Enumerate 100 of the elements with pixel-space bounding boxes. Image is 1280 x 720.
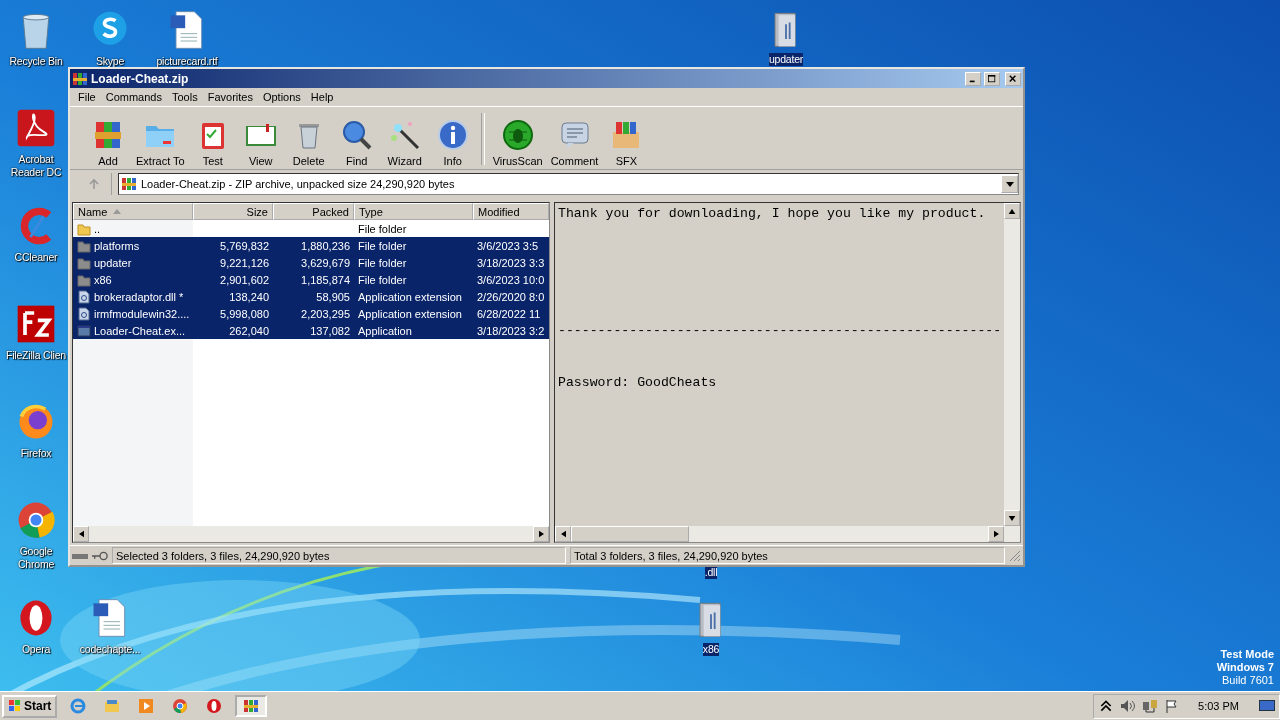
scroll-down-button[interactable]	[1004, 510, 1021, 526]
table-cell: 1,185,874	[301, 273, 350, 286]
status-text: Total 3 folders, 3 files, 24,290,920 bytes	[570, 547, 1005, 564]
scroll-right-button[interactable]	[988, 526, 1005, 542]
resize-grip[interactable]	[1009, 549, 1021, 562]
file-name: irmfmodulewin32....	[94, 307, 190, 320]
up-arrow-icon	[1008, 208, 1017, 214]
scroll-up-button[interactable]	[1004, 203, 1021, 219]
column-header[interactable]: Size	[193, 203, 273, 220]
icon-label: Opera	[21, 643, 51, 656]
table-cell: 5,769,832	[220, 239, 269, 252]
icon-label: Acrobat Reader DC	[9, 153, 63, 179]
column-header[interactable]: Type	[354, 203, 473, 220]
menu-item[interactable]: Tools	[167, 91, 203, 103]
table-cell: File folder	[358, 273, 407, 286]
right-arrow-icon	[538, 530, 544, 538]
archive-icon	[121, 176, 137, 192]
key-icon	[92, 550, 108, 561]
toolbar-button[interactable]: Info	[428, 118, 477, 167]
toolbar-button[interactable]: Comment	[546, 118, 603, 167]
minimize-button[interactable]	[965, 71, 981, 86]
toolbar-button[interactable]: Add	[84, 118, 132, 167]
network-icon[interactable]	[1142, 699, 1159, 713]
table-cell: Application	[358, 324, 412, 337]
volume-icon[interactable]	[1120, 699, 1137, 713]
table-cell: 262,040	[229, 324, 269, 337]
file-row[interactable]: Loader-Cheat.ex... 262,040 137,082 Application 3/18/2023 3:2	[73, 322, 549, 339]
column-header[interactable]: Modified	[473, 203, 549, 220]
file-row[interactable]: x86 2,901,602 1,185,874 File folder 3/6/2023 10:0	[73, 271, 549, 288]
folder-icon	[77, 238, 91, 253]
table-cell: 137,082	[310, 324, 350, 337]
table-cell: Application extension	[358, 290, 462, 303]
menu-item[interactable]: File	[73, 91, 101, 103]
close-icon	[1009, 74, 1017, 83]
table-cell: 138,240	[229, 290, 269, 303]
show-desktop-button[interactable]	[1259, 700, 1275, 712]
file-row[interactable]: irmfmodulewin32.... 5,998,080 2,203,295 Application extension 6/28/2022 11	[73, 305, 549, 322]
toolbar-button[interactable]: SFX	[602, 118, 651, 167]
down-arrow-icon	[1008, 515, 1017, 521]
dropdown-button[interactable]	[1001, 175, 1018, 193]
comment-text: --------------------------------------------------------	[558, 322, 1002, 339]
table-cell: 2,203,295	[301, 307, 350, 320]
toolbar-button[interactable]: View	[236, 118, 285, 167]
dll-file-icon	[77, 306, 91, 321]
icon-label: picturecard.rtf	[156, 55, 218, 68]
toolbar-button[interactable]: Delete	[284, 118, 333, 167]
folder-icon	[77, 255, 91, 270]
file-name: Loader-Cheat.ex...	[94, 324, 186, 337]
status-text: Selected 3 folders, 3 files, 24,290,920 bytes	[112, 547, 566, 564]
scroll-left-button[interactable]	[555, 526, 571, 542]
icon-label: updater	[768, 53, 804, 66]
menu-item[interactable]: Help	[305, 91, 339, 103]
toolbar-button[interactable]: Wizard	[380, 118, 429, 167]
start-button[interactable]: Start	[2, 694, 58, 718]
icon-label: CCleaner	[14, 251, 58, 264]
file-row[interactable]: updater 9,221,126 3,629,679 File folder 3/18/2023 3:3	[73, 254, 549, 271]
folder-icon	[77, 221, 91, 236]
toolbar-button[interactable]: VirusScan	[488, 118, 547, 167]
file-row[interactable]: platforms 5,769,832 1,880,236 File folder 3/6/2023 3:5	[73, 237, 549, 254]
os-info-text: Test Mode	[1220, 648, 1274, 661]
comment-text: Password: GoodCheats	[558, 374, 717, 391]
menu-item[interactable]: Commands	[100, 91, 167, 103]
scroll-right-button[interactable]	[533, 526, 549, 542]
icon-label: FileZilla Clien	[6, 349, 66, 362]
table-cell: 3/18/2023 3:2	[477, 324, 545, 337]
toolbar-button[interactable]: Extract To	[132, 118, 189, 167]
scroll-left-button[interactable]	[73, 526, 89, 542]
maximize-icon	[988, 74, 996, 83]
file-row[interactable]: .. File folder	[73, 220, 549, 237]
maximize-button[interactable]	[984, 71, 1000, 86]
table-cell: 6/28/2022 11	[477, 307, 541, 320]
icon-label: Google Chrome	[16, 545, 56, 571]
table-cell: File folder	[358, 239, 407, 252]
file-name: brokeradaptor.dll *	[94, 290, 184, 303]
caret-icon	[1005, 180, 1014, 188]
table-cell: 1,880,236	[301, 239, 350, 252]
menu-item[interactable]: Options	[257, 91, 306, 103]
close-button[interactable]	[1005, 71, 1021, 86]
archive-icon	[72, 70, 88, 87]
menu-item[interactable]: Favorites	[202, 91, 258, 103]
sort-arrow-icon	[113, 208, 122, 215]
column-header[interactable]: Packed	[273, 203, 354, 220]
up-arrow-icon	[87, 178, 100, 190]
table-cell: File folder	[358, 256, 407, 269]
table-cell: 9,221,126	[220, 256, 269, 269]
exe-file-icon	[77, 323, 91, 338]
table-cell: Application extension	[358, 307, 462, 320]
scroll-thumb[interactable]	[571, 526, 689, 542]
toolbar-button[interactable]: Test	[188, 118, 237, 167]
column-header[interactable]: Name	[73, 203, 193, 220]
comment-text: Thank you for downloading, I hope you like my product.	[558, 205, 986, 222]
address-field[interactable]: Loader-Cheat.zip - ZIP archive, unpacked size 24,290,920 bytes	[118, 173, 1019, 195]
clock[interactable]: 5:03 PM	[1198, 700, 1239, 712]
file-name: ..	[94, 222, 101, 235]
dll-file-icon	[77, 289, 91, 304]
archive-icon[interactable]	[235, 695, 268, 717]
toolbar-button[interactable]: Find	[332, 118, 381, 167]
file-row[interactable]: brokeradaptor.dll * 138,240 58,905 Application extension 2/26/2020 8:0	[73, 288, 549, 305]
table-cell: 3/6/2023 3:5	[477, 239, 539, 252]
left-arrow-icon	[560, 530, 566, 538]
